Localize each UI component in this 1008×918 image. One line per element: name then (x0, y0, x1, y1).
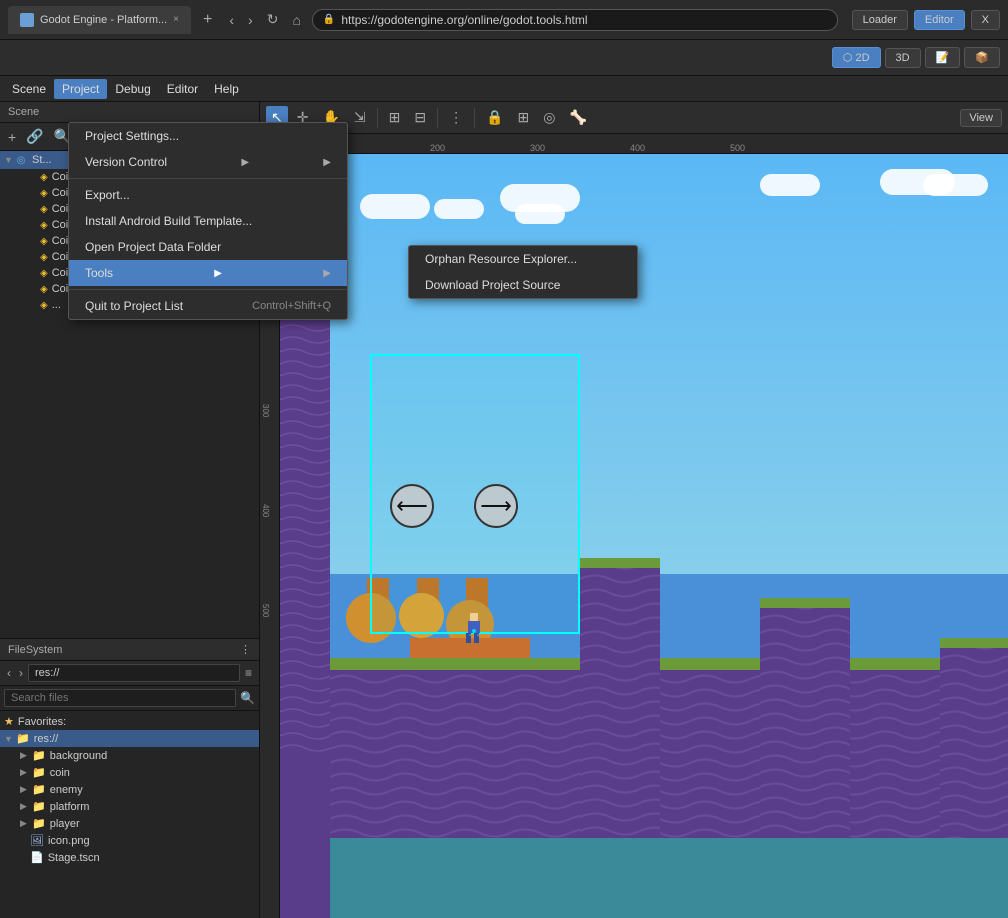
menu-sep-1 (69, 178, 347, 179)
menu-overlay: Project Settings... Version Control ▶ Ex… (0, 0, 1008, 918)
project-settings-item[interactable]: Project Settings... (69, 123, 347, 149)
project-dropdown: Project Settings... Version Control ▶ Ex… (68, 122, 348, 320)
version-control-item[interactable]: Version Control ▶ (69, 149, 347, 175)
open-project-data-item[interactable]: Open Project Data Folder (69, 234, 347, 260)
arrow-icon: ▶ (241, 157, 249, 168)
menu-sep-2 (69, 289, 347, 290)
tools-arrow-icon: ▶ (214, 268, 222, 279)
tools-submenu: Orphan Resource Explorer... Download Pro… (408, 245, 638, 299)
quit-project-item[interactable]: Quit to Project List Control+Shift+Q (69, 293, 347, 319)
quit-shortcut: Control+Shift+Q (252, 300, 331, 312)
download-project-item[interactable]: Download Project Source (409, 272, 637, 298)
tools-item[interactable]: Tools ▶ (69, 260, 347, 286)
orphan-resource-item[interactable]: Orphan Resource Explorer... (409, 246, 637, 272)
export-item[interactable]: Export... (69, 182, 347, 208)
install-android-item[interactable]: Install Android Build Template... (69, 208, 347, 234)
